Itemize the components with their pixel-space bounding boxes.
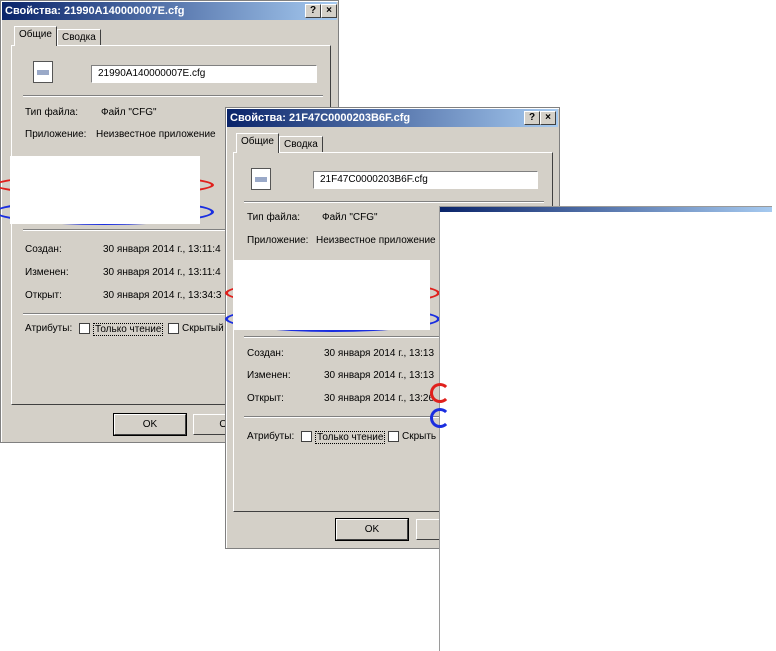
readonly-checkbox[interactable] <box>301 431 312 442</box>
filename-field[interactable]: 21F47C0000203B6F.cfg <box>313 171 538 189</box>
tab-summary[interactable]: Сводка <box>279 136 323 153</box>
ok-button[interactable]: OK <box>335 518 409 541</box>
divider <box>244 201 544 203</box>
readonly-checkbox[interactable] <box>79 323 90 334</box>
readonly-label[interactable]: Только чтение <box>93 323 164 336</box>
hidden-checkbox[interactable] <box>168 323 179 334</box>
redacted-area <box>233 260 430 330</box>
dialog-2-title: Свойства: 21F47C0000203B6F.cfg <box>230 112 411 124</box>
created-value: 30 января 2014 г., 13:13 <box>324 348 435 359</box>
file-type-value: Файл "CFG" <box>322 212 378 223</box>
attributes-label: Атрибуты: <box>247 431 295 442</box>
created-value: 30 января 2014 г., 13:11:4 <box>103 244 221 255</box>
filename-field[interactable]: 21990A140000007E.cfg <box>91 65 317 83</box>
application-label: Приложение: <box>25 129 87 140</box>
application-value: Неизвестное приложение <box>316 235 436 246</box>
file-icon <box>251 168 271 190</box>
opened-label: Открыт: <box>25 290 62 301</box>
modified-value: 30 января 2014 г., 13:11:4 <box>103 267 221 278</box>
hidden-checkbox[interactable] <box>388 431 399 442</box>
hidden-label[interactable]: Скрытый <box>182 323 224 334</box>
tab-general[interactable]: Общие <box>14 26 57 46</box>
created-label: Создан: <box>25 244 62 255</box>
redacted-area <box>10 156 200 224</box>
file-type-label: Тип файла: <box>247 212 300 223</box>
readonly-label[interactable]: Только чтение <box>315 431 386 444</box>
divider <box>23 95 323 97</box>
file-type-value: Файл "CFG" <box>101 107 157 118</box>
dialog-1-title: Свойства: 21990A140000007E.cfg <box>5 5 185 17</box>
opened-label: Открыт: <box>247 393 284 404</box>
file-type-label: Тип файла: <box>25 107 78 118</box>
attributes-label: Атрибуты: <box>25 323 73 334</box>
blue-highlight-marker <box>430 408 450 428</box>
dialog-3-titlebar <box>440 207 772 212</box>
application-label: Приложение: <box>247 235 309 246</box>
dialog-1-titlebar[interactable]: Свойства: 21990A140000007E.cfg ? × <box>2 2 337 20</box>
red-highlight-marker <box>430 383 450 403</box>
close-button[interactable]: × <box>540 111 556 125</box>
file-icon <box>33 61 53 83</box>
hidden-label[interactable]: Скрыть <box>402 431 436 442</box>
modified-value: 30 января 2014 г., 13:13 <box>324 370 435 381</box>
opened-value: 30 января 2014 г., 13:26 <box>324 393 435 404</box>
modified-label: Изменен: <box>25 267 69 278</box>
created-label: Создан: <box>247 348 284 359</box>
opened-value: 30 января 2014 г., 13:34:3 <box>103 290 222 301</box>
application-value: Неизвестное приложение <box>96 129 216 140</box>
tab-general[interactable]: Общие <box>236 133 279 153</box>
help-button[interactable]: ? <box>305 4 321 18</box>
properties-dialog-3 <box>439 206 772 651</box>
modified-label: Изменен: <box>247 370 291 381</box>
close-button[interactable]: × <box>321 4 337 18</box>
tab-summary[interactable]: Сводка <box>57 29 101 46</box>
dialog-2-titlebar[interactable]: Свойства: 21F47C0000203B6F.cfg ? × <box>227 109 558 127</box>
help-button[interactable]: ? <box>524 111 540 125</box>
ok-button[interactable]: OK <box>113 413 187 436</box>
